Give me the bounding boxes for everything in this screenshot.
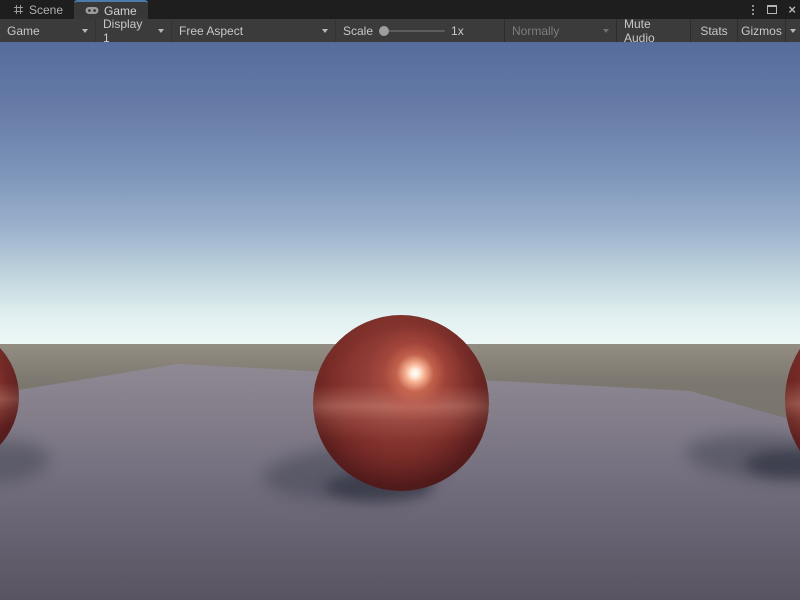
gizmos-arrow-button[interactable] <box>785 19 800 42</box>
vsync-dropdown: Normally <box>504 19 616 42</box>
tab-bar: Scene Game × <box>0 0 800 19</box>
window-controls: × <box>750 0 796 19</box>
chevron-down-icon <box>603 29 609 33</box>
chevron-down-icon <box>82 29 88 33</box>
vsync-label: Normally <box>512 24 559 38</box>
kebab-menu-icon[interactable] <box>750 3 756 17</box>
display-label: Display 1 <box>103 17 150 45</box>
chevron-down-icon <box>322 29 328 33</box>
maximize-icon[interactable] <box>767 5 777 14</box>
tab-game-label: Game <box>104 4 137 18</box>
mute-audio-label: Mute Audio <box>624 17 683 45</box>
game-viewport[interactable] <box>0 42 800 600</box>
close-icon[interactable]: × <box>788 3 796 16</box>
tab-game[interactable]: Game <box>74 0 148 19</box>
tab-scene-label: Scene <box>29 3 63 17</box>
stats-button[interactable]: Stats <box>690 19 737 42</box>
slider-knob[interactable] <box>379 26 389 36</box>
scale-slider[interactable] <box>379 19 445 42</box>
display-dropdown[interactable]: Display 1 <box>96 19 172 42</box>
stats-label: Stats <box>700 24 727 38</box>
scale-label: Scale <box>343 24 373 38</box>
aspect-ratio-dropdown[interactable]: Free Aspect <box>172 19 336 42</box>
gizmos-label: Gizmos <box>741 24 782 38</box>
scale-group: Scale 1x <box>336 19 504 42</box>
aspect-label: Free Aspect <box>179 24 243 38</box>
tab-scene[interactable]: Scene <box>2 0 74 19</box>
gamepad-icon <box>85 6 99 15</box>
game-view-toolbar: Game Display 1 Free Aspect Scale 1x Norm… <box>0 19 800 42</box>
game-menu-label: Game <box>7 24 40 38</box>
chevron-down-icon <box>158 29 164 33</box>
game-menu-dropdown[interactable]: Game <box>0 19 96 42</box>
red-sphere-center <box>313 315 489 491</box>
grid-icon <box>13 4 24 15</box>
sky-gradient <box>0 42 800 344</box>
mute-audio-button[interactable]: Mute Audio <box>616 19 690 42</box>
gizmos-button[interactable]: Gizmos <box>737 19 785 42</box>
scale-value: 1x <box>451 24 464 38</box>
chevron-down-icon <box>790 29 796 33</box>
